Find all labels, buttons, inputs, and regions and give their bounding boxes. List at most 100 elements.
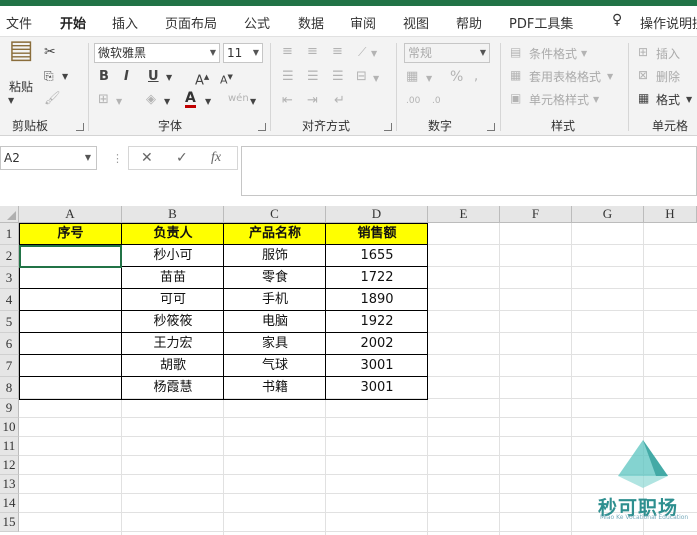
delete-cells-icon[interactable]: ⊠ [638,68,648,82]
alignment-launcher-icon[interactable] [384,123,392,131]
increase-decimal-icon[interactable]: .00 [406,94,420,108]
font-color-icon[interactable]: A [185,91,196,108]
select-all-corner[interactable] [0,206,19,223]
format-cells-icon[interactable]: ▦ [638,91,649,105]
clipboard-launcher-icon[interactable] [76,123,84,131]
row-header-14[interactable]: 14 [0,494,19,513]
cut-icon[interactable]: ✂ [44,45,56,59]
row-header-10[interactable]: 10 [0,418,19,437]
cancel-icon[interactable]: ✕ [141,150,153,166]
underline-icon[interactable]: U [148,70,159,84]
insert-cells-button[interactable]: 插入 [656,45,680,62]
borders-icon[interactable]: ⊞ [98,93,109,107]
row-header-13[interactable]: 13 [0,475,19,494]
row-header-1[interactable]: 1 [0,223,19,245]
align-bottom-icon[interactable]: ≡ [332,45,343,59]
cell-b2[interactable]: 秒小可 [122,245,224,267]
delete-cells-button[interactable]: 删除 [656,68,680,85]
row-header-5[interactable]: 5 [0,311,19,333]
cell-d8[interactable]: 3001 [326,377,428,399]
cell-b7[interactable]: 胡歌 [122,355,224,377]
cell-a4[interactable] [19,289,122,311]
orientation-dropdown-icon[interactable]: ▼ [371,47,377,61]
tab-view[interactable]: 视图 [403,13,429,32]
phonetic-icon[interactable]: wén [228,92,249,106]
table-format-icon[interactable]: ▦ [510,68,521,82]
column-header-e[interactable]: E [428,206,500,223]
format-painter-icon[interactable]: 🖌 [44,92,61,106]
format-cells-button[interactable]: 格式 [656,91,680,108]
align-top-icon[interactable]: ≡ [282,45,293,59]
tell-me-search[interactable]: 操作说明搜 [640,13,697,32]
italic-icon[interactable]: I [124,70,129,84]
font-color-dropdown-icon[interactable]: ▼ [205,95,211,109]
cell-d7[interactable]: 3001 [326,355,428,377]
resize-handle-icon[interactable]: ⋮ [112,152,123,165]
row-header-8[interactable]: 8 [0,377,19,399]
cell-styles-icon[interactable]: ▣ [510,91,521,105]
column-header-h[interactable]: H [644,206,697,223]
cell-d2[interactable]: 1655 [326,245,428,267]
fill-color-icon[interactable]: ◈ [146,93,156,107]
cell-styles-button[interactable]: 单元格样式 [529,91,589,108]
paste-icon[interactable]: ▤ [8,37,34,73]
orientation-icon[interactable]: ⟋ [358,45,366,59]
name-box[interactable]: A2 ▼ [0,146,97,170]
comma-icon[interactable]: , [474,70,478,84]
tab-formulas[interactable]: 公式 [244,13,270,32]
paste-dropdown-icon[interactable]: ▼ [8,94,14,108]
cell-b4[interactable]: 可可 [122,289,224,311]
cell-c7[interactable]: 气球 [224,355,326,377]
cell-a5[interactable] [19,311,122,333]
cell-b8[interactable]: 杨霞慧 [122,377,224,399]
tab-insert[interactable]: 插入 [112,13,138,32]
number-format-combo[interactable]: 常规 ▼ [404,43,490,63]
cell-d6[interactable]: 2002 [326,333,428,355]
cell-a6[interactable] [19,333,122,355]
cell-b5[interactable]: 秒筱筱 [122,311,224,333]
align-middle-icon[interactable]: ≡ [307,45,318,59]
decrease-indent-icon[interactable]: ⇤ [282,94,293,108]
font-name-combo[interactable]: 微软雅黑 ▼ [94,43,220,63]
cell-d5[interactable]: 1922 [326,311,428,333]
column-header-d[interactable]: D [326,206,428,223]
header-cell-a1[interactable]: 序号 [19,223,122,245]
row-header-11[interactable]: 11 [0,437,19,456]
cell-d3[interactable]: 1722 [326,267,428,289]
tab-page-layout[interactable]: 页面布局 [165,13,217,32]
formula-input[interactable] [241,146,697,196]
conditional-format-icon[interactable]: ▤ [510,45,521,59]
copy-dropdown-icon[interactable]: ▼ [62,70,68,84]
column-header-g[interactable]: G [572,206,644,223]
tab-file[interactable]: 文件 [6,13,32,32]
row-header-2[interactable]: 2 [0,245,19,267]
cell-c4[interactable]: 手机 [224,289,326,311]
merge-center-icon[interactable]: ⊟ [356,70,367,84]
increase-indent-icon[interactable]: ⇥ [307,94,318,108]
tab-data[interactable]: 数据 [298,13,324,32]
header-cell-c1[interactable]: 产品名称 [224,223,326,245]
conditional-format-button[interactable]: 条件格式 [529,45,577,62]
column-header-b[interactable]: B [122,206,224,223]
phonetic-dropdown-icon[interactable]: ▼ [250,95,256,109]
borders-dropdown-icon[interactable]: ▼ [116,95,122,109]
cell-b6[interactable]: 王力宏 [122,333,224,355]
header-cell-b1[interactable]: 负责人 [122,223,224,245]
percent-icon[interactable]: % [450,70,463,84]
row-header-9[interactable]: 9 [0,399,19,418]
cell-c6[interactable]: 家具 [224,333,326,355]
cell-c3[interactable]: 零食 [224,267,326,289]
header-cell-d1[interactable]: 销售额 [326,223,428,245]
row-header-4[interactable]: 4 [0,289,19,311]
format-as-table-button[interactable]: 套用表格格式 [529,68,601,85]
insert-cells-icon[interactable]: ⊞ [638,45,648,59]
column-header-a[interactable]: A [19,206,122,223]
currency-icon[interactable]: ▦ [406,70,418,84]
font-launcher-icon[interactable] [258,123,266,131]
row-header-15[interactable]: 15 [0,513,19,532]
align-left-icon[interactable]: ☰ [282,70,294,84]
fill-dropdown-icon[interactable]: ▼ [164,95,170,109]
underline-dropdown-icon[interactable]: ▼ [166,71,172,85]
merge-dropdown-icon[interactable]: ▼ [373,72,379,86]
row-header-7[interactable]: 7 [0,355,19,377]
